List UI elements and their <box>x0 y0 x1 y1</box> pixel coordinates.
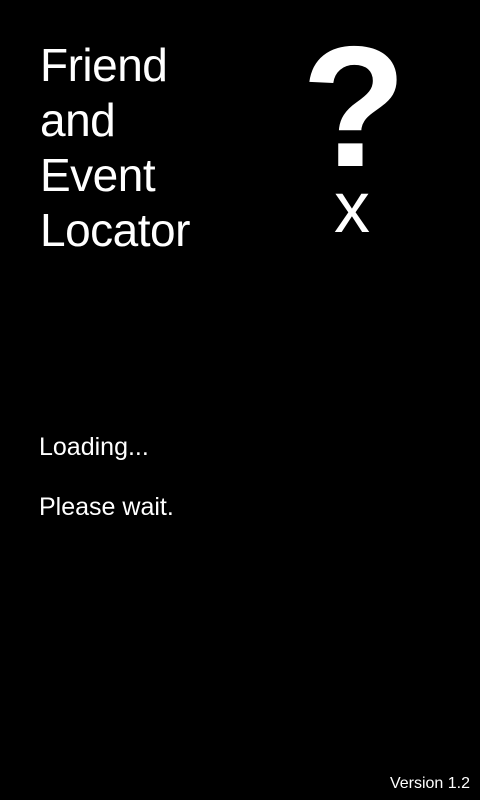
app-title-line-locator: Locator <box>40 204 190 256</box>
version-label: Version 1.2 <box>389 775 470 792</box>
app-title-line-and: and <box>40 94 116 146</box>
app-title-line-friend: Friend <box>40 39 168 91</box>
question-mark-icon: ? x <box>301 30 406 240</box>
please-wait-text: Please wait. <box>39 493 174 521</box>
app-title: Friend and Event Locator <box>40 38 190 258</box>
loading-text: Loading... <box>39 433 149 461</box>
x-glyph: x <box>334 168 370 240</box>
app-title-line-event: Event <box>40 149 156 201</box>
